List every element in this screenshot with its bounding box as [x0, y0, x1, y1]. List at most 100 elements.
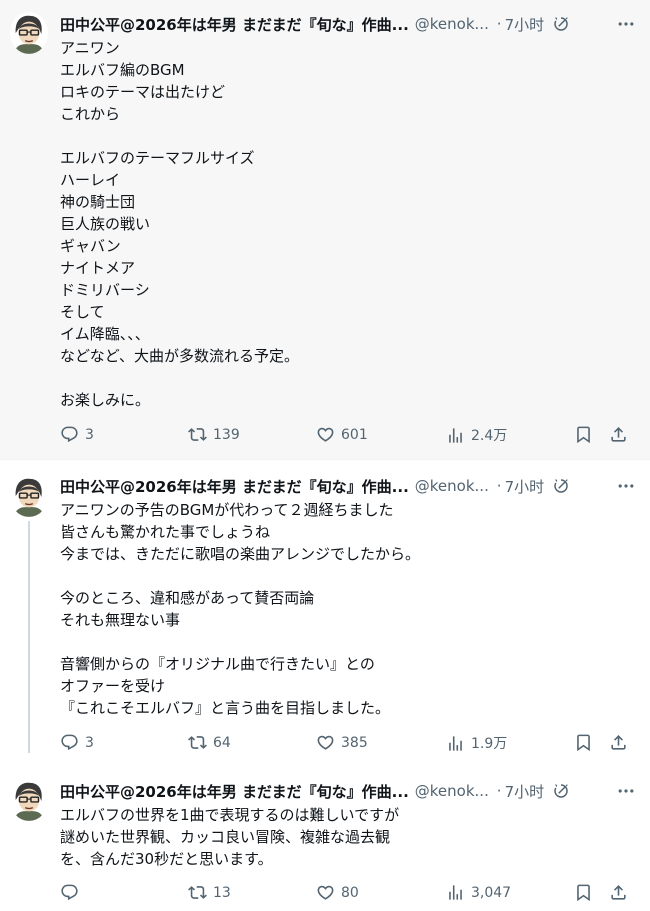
tweet-text-line — [60, 367, 630, 389]
author-handle[interactable]: @kenok... — [415, 15, 493, 33]
author-name[interactable]: 田中公平@2026年は年男 まだまだ『旬な』作曲... — [60, 14, 409, 35]
views-chart-icon — [446, 734, 465, 753]
share-icon — [609, 883, 628, 902]
tweet-text-line: オファーを受け — [60, 677, 166, 695]
retweet-button[interactable]: 139 — [188, 425, 240, 444]
views-button[interactable]: 3,047 — [446, 883, 511, 902]
action-bar: 3 64 385 1.9万 — [60, 733, 630, 755]
tweet-text-line: これから — [60, 105, 121, 123]
author-handle[interactable]: @kenok... — [415, 477, 493, 495]
tweet-text-line: アニワンの予告のBGMが代わって２週経ちました — [60, 501, 394, 519]
heart-icon — [316, 883, 335, 902]
avatar[interactable] — [10, 475, 48, 517]
tweet-text-line: イム降臨、、、 — [60, 325, 150, 343]
tweet-header: 田中公平@2026年は年男 まだまだ『旬な』作曲... @kenok... · … — [60, 13, 636, 35]
retweet-icon — [188, 883, 207, 902]
tweet-text-line: お楽しみに。 — [60, 391, 151, 409]
view-count: 3,047 — [471, 884, 512, 901]
tweet-text-line: を、含んだ30秒だと思います。 — [60, 850, 273, 868]
more-options-icon[interactable] — [616, 14, 636, 34]
retweet-icon — [188, 425, 207, 444]
tweet-text: エルバフの世界を1曲で表現するのは難しいですが 謎めいた世界観、カッコ良い冒険、… — [60, 804, 630, 870]
reply-button[interactable]: 3 — [60, 425, 94, 444]
retweet-button[interactable]: 64 — [188, 733, 231, 752]
reply-icon — [60, 883, 79, 902]
share-icon — [609, 425, 628, 444]
timestamp[interactable]: 7小时 — [505, 476, 545, 497]
share-button[interactable] — [609, 733, 628, 752]
share-button[interactable] — [609, 425, 628, 444]
bookmark-button[interactable] — [574, 425, 593, 444]
avatar[interactable] — [10, 779, 48, 821]
bookmark-button[interactable] — [574, 733, 593, 752]
tweet-text-line: 音響側からの『オリジナル曲で行きたい』との — [60, 655, 375, 673]
tweet-text-line — [60, 631, 630, 653]
retweet-button[interactable]: 13 — [188, 883, 231, 902]
tweet-text-line: ドミリバーシ — [60, 281, 150, 299]
tweet-text-line: 神の騎士団 — [60, 193, 136, 211]
tweet-text: アニワン エルバフ編のBGM ロキのテーマは出たけど これから エルバフのテーマ… — [60, 37, 630, 411]
tweet-text-line: アニワン — [60, 39, 120, 57]
reply-icon — [60, 733, 79, 752]
like-button[interactable]: 80 — [316, 883, 359, 902]
more-options-icon[interactable] — [616, 476, 636, 496]
separator: · — [496, 15, 502, 33]
like-count: 80 — [341, 884, 359, 901]
tweet-text-line — [60, 565, 630, 587]
tweet-text-line: ギャバン — [60, 237, 121, 255]
retweet-count: 139 — [213, 426, 240, 443]
views-button[interactable]: 2.4万 — [446, 425, 507, 445]
reply-count: 3 — [85, 734, 94, 751]
tweet-text-line: エルバフのテーマフルサイズ — [60, 149, 255, 167]
timestamp[interactable]: 7小时 — [505, 14, 545, 35]
bookmark-icon — [574, 733, 593, 752]
view-count: 1.9万 — [471, 736, 508, 752]
tweet-2[interactable]: 田中公平@2026年は年男 まだまだ『旬な』作曲... @kenok... · … — [0, 461, 650, 761]
like-button[interactable]: 601 — [316, 425, 368, 444]
tweet-text-line: 巨人族の戦い — [60, 215, 151, 233]
retweet-count: 13 — [213, 884, 231, 901]
bookmark-button[interactable] — [574, 883, 593, 902]
share-icon — [609, 733, 628, 752]
tweet-header: 田中公平@2026年は年男 まだまだ『旬な』作曲... @kenok... · … — [60, 475, 636, 497]
thread-line — [28, 521, 30, 753]
tweet-text-line: エルバフの世界を1曲で表現するのは難しいですが — [60, 806, 400, 824]
bookmark-icon — [574, 883, 593, 902]
bookmark-icon — [574, 425, 593, 444]
avatar[interactable] — [10, 12, 48, 54]
tweet-text-line: 今までは、きただに歌唱の楽曲アレンジでしたから。 — [60, 545, 421, 563]
separator: · — [496, 782, 502, 800]
tweet-header: 田中公平@2026年は年男 まだまだ『旬な』作曲... @kenok... · … — [60, 780, 636, 802]
like-count: 601 — [341, 426, 368, 443]
views-button[interactable]: 1.9万 — [446, 733, 507, 753]
more-options-icon[interactable] — [616, 781, 636, 801]
grok-icon[interactable] — [552, 477, 570, 495]
tweet-1[interactable]: 田中公平@2026年は年男 まだまだ『旬な』作曲... @kenok... · … — [0, 0, 650, 460]
retweet-icon — [188, 733, 207, 752]
reply-button[interactable] — [60, 883, 85, 902]
tweet-text-line: 皆さんも驚かれた事でしょうね — [60, 523, 271, 541]
action-bar: 3 139 601 2.4万 — [60, 425, 630, 447]
like-button[interactable]: 385 — [316, 733, 368, 752]
heart-icon — [316, 425, 335, 444]
reply-button[interactable]: 3 — [60, 733, 94, 752]
tweet-text-line: 『これこそエルバフ』と言う曲を目指しました。 — [60, 699, 391, 717]
grok-icon[interactable] — [552, 15, 570, 33]
separator: · — [496, 477, 502, 495]
tweet-3[interactable]: 田中公平@2026年は年男 まだまだ『旬な』作曲... @kenok... · … — [0, 761, 650, 911]
author-name[interactable]: 田中公平@2026年は年男 まだまだ『旬な』作曲... — [60, 781, 409, 802]
grok-icon[interactable] — [552, 782, 570, 800]
author-handle[interactable]: @kenok... — [415, 782, 493, 800]
views-chart-icon — [446, 883, 465, 902]
tweet-text-line: 今のところ、違和感があって賛否両論 — [60, 589, 315, 607]
heart-icon — [316, 733, 335, 752]
author-name[interactable]: 田中公平@2026年は年男 まだまだ『旬な』作曲... — [60, 476, 409, 497]
tweet-text-line: ロキのテーマは出たけど — [60, 83, 226, 101]
tweet-text-line: それも無理ない事 — [60, 611, 181, 629]
tweet-text: アニワンの予告のBGMが代わって２週経ちました 皆さんも驚かれた事でしょうね 今… — [60, 499, 630, 719]
share-button[interactable] — [609, 883, 628, 902]
timestamp[interactable]: 7小时 — [505, 781, 545, 802]
tweet-text-line — [60, 125, 630, 147]
tweet-text-line: などなど、大曲が多数流れる予定。 — [60, 347, 299, 365]
views-chart-icon — [446, 426, 465, 445]
